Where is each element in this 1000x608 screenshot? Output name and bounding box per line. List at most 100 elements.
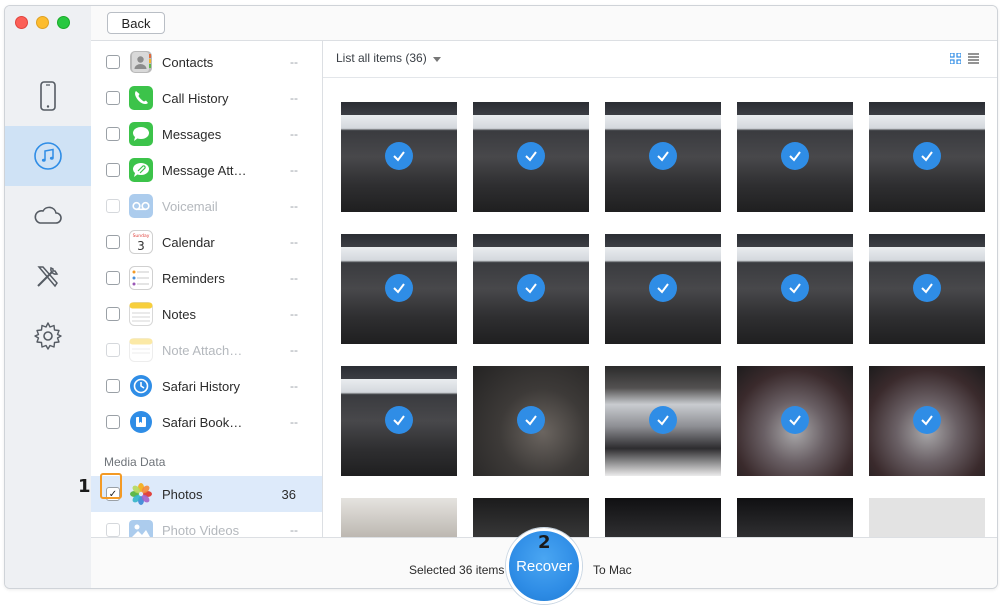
nav-icloud[interactable] — [5, 186, 91, 246]
checkmark-icon[interactable] — [517, 142, 545, 170]
chevron-down-icon[interactable] — [433, 57, 441, 62]
voicemail-icon — [129, 194, 153, 218]
photo-thumbnail[interactable] — [737, 498, 853, 537]
photo-thumbnail[interactable] — [605, 498, 721, 537]
category-count: -- — [290, 91, 298, 105]
category-item-notes[interactable]: Notes -- — [91, 296, 322, 332]
checkmark-icon[interactable] — [913, 274, 941, 302]
checkmark-icon[interactable] — [913, 406, 941, 434]
notes-icon — [129, 302, 153, 326]
photo-thumbnail[interactable] — [341, 498, 457, 537]
photo-thumbnail[interactable] — [869, 366, 985, 476]
nav-device[interactable] — [5, 66, 91, 126]
checkmark-icon[interactable] — [385, 142, 413, 170]
checkmark-icon[interactable] — [649, 142, 677, 170]
photo-thumbnail[interactable] — [605, 366, 721, 476]
category-count: 36 — [281, 486, 296, 502]
checkmark-icon[interactable] — [649, 274, 677, 302]
category-checkbox — [106, 343, 120, 357]
photo-thumbnail[interactable] — [473, 234, 589, 344]
photo-thumbnail[interactable] — [869, 498, 985, 537]
category-checkbox — [106, 199, 120, 213]
category-checkbox[interactable] — [106, 271, 120, 285]
category-label: Photos — [162, 486, 203, 502]
category-checkbox[interactable] — [106, 163, 120, 177]
minimize-window-button[interactable] — [36, 16, 49, 29]
category-item-message-attachments[interactable]: Message Att… -- — [91, 152, 322, 188]
category-checkbox[interactable] — [106, 307, 120, 321]
category-list: Contacts -- Call History -- Messages -- … — [91, 41, 323, 537]
category-item-safari-bookmarks[interactable]: Safari Book… -- — [91, 404, 322, 440]
list-filter-dropdown[interactable]: List all items (36) — [336, 51, 427, 65]
category-label: Safari History — [162, 378, 241, 394]
photo-thumbnail[interactable] — [737, 366, 853, 476]
list-view-icon[interactable] — [968, 53, 979, 64]
step-number-2: 2 — [538, 532, 551, 553]
checkmark-icon[interactable] — [913, 142, 941, 170]
category-checkbox[interactable] — [106, 91, 120, 105]
checkmark-icon[interactable] — [781, 142, 809, 170]
checkmark-icon[interactable] — [649, 406, 677, 434]
cloud-icon — [34, 206, 62, 224]
zoom-window-button[interactable] — [57, 16, 70, 29]
category-label: Call History — [162, 90, 229, 106]
category-count: -- — [290, 127, 298, 141]
back-button[interactable]: Back — [107, 12, 165, 34]
step-number-1: 1 — [78, 476, 91, 497]
content-header: List all items (36) — [323, 41, 997, 78]
checkmark-icon[interactable] — [517, 406, 545, 434]
photo-thumbnail[interactable] — [869, 102, 985, 212]
photo-thumbnail[interactable] — [341, 366, 457, 476]
photo-thumbnail[interactable] — [605, 102, 721, 212]
category-checkbox[interactable] — [106, 415, 120, 429]
photo-thumbnail[interactable] — [737, 102, 853, 212]
window-controls — [15, 16, 70, 29]
category-checkbox[interactable] — [106, 127, 120, 141]
category-count: -- — [290, 523, 298, 537]
checkmark-icon[interactable] — [781, 406, 809, 434]
category-checkbox[interactable] — [106, 379, 120, 393]
category-item-reminders[interactable]: Reminders -- — [91, 260, 322, 296]
category-item-messages[interactable]: Messages -- — [91, 116, 322, 152]
photos-icon — [129, 482, 153, 506]
checkmark-icon[interactable] — [781, 274, 809, 302]
category-checkbox[interactable] — [106, 55, 120, 69]
grid-view-icon[interactable] — [950, 53, 961, 64]
close-window-button[interactable] — [15, 16, 28, 29]
photo-thumbnail[interactable] — [473, 366, 589, 476]
category-item-contacts[interactable]: Contacts -- — [91, 44, 322, 80]
category-label: Message Att… — [162, 162, 247, 178]
category-label: Voicemail — [162, 198, 218, 214]
photo-thumbnail[interactable] — [869, 234, 985, 344]
category-item-photos[interactable]: ✓ Photos 36 — [91, 476, 322, 512]
checkmark-icon[interactable] — [517, 274, 545, 302]
nav-tools[interactable] — [5, 246, 91, 306]
checkmark-icon[interactable] — [385, 274, 413, 302]
category-checkbox — [106, 523, 120, 537]
photo-grid — [323, 78, 997, 537]
photo-thumbnail[interactable] — [341, 102, 457, 212]
category-item-calendar[interactable]: Sunday 3 Calendar -- — [91, 224, 322, 260]
photo-thumbnail[interactable] — [341, 234, 457, 344]
nav-itunes-backup[interactable] — [5, 126, 91, 186]
category-count: -- — [290, 415, 298, 429]
photo-videos-icon — [129, 518, 153, 537]
checkmark-icon[interactable] — [385, 406, 413, 434]
category-item-safari-history[interactable]: Safari History -- — [91, 368, 322, 404]
category-label: Photo Videos — [162, 522, 240, 538]
category-item-call-history[interactable]: Call History -- — [91, 80, 322, 116]
nav-settings[interactable] — [5, 306, 91, 366]
category-label: Messages — [162, 126, 222, 142]
category-item-voicemail: Voicemail -- — [91, 188, 322, 224]
safari-history-icon — [129, 374, 153, 398]
photo-thumbnail[interactable] — [605, 234, 721, 344]
category-count: -- — [290, 163, 298, 177]
photo-thumbnail[interactable] — [737, 234, 853, 344]
reminders-icon — [129, 266, 153, 290]
category-count: -- — [290, 235, 298, 249]
category-count: -- — [290, 271, 298, 285]
category-checkbox[interactable] — [106, 235, 120, 249]
calendar-icon: Sunday 3 — [129, 230, 153, 254]
selected-count-text: Selected 36 items — [409, 563, 505, 577]
photo-thumbnail[interactable] — [473, 102, 589, 212]
